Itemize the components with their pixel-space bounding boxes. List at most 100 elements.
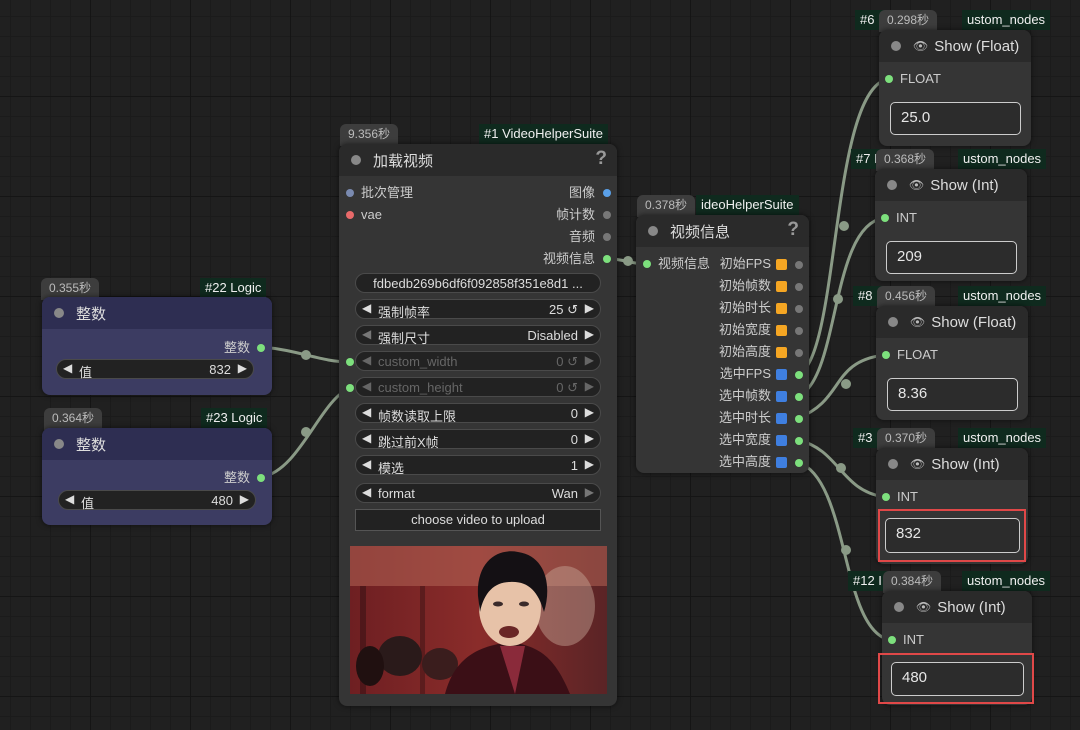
input-slot[interactable]: [881, 214, 889, 222]
video-select[interactable]: fdbedb269b6df6f092858f351e8d1 ...: [355, 273, 601, 293]
increment-arrow-icon[interactable]: ▶: [585, 379, 594, 393]
eye-icon: 👁: [910, 315, 926, 329]
force-rate-widget[interactable]: ◀ 强制帧率 25 ↺ ▶: [355, 299, 601, 320]
node-title-bar[interactable]: 👁 Show (Float): [876, 306, 1028, 338]
output-slot[interactable]: [795, 437, 803, 445]
decrement-arrow-icon[interactable]: ◀: [362, 379, 371, 393]
collapse-dot[interactable]: [54, 308, 64, 318]
decrement-arrow-icon[interactable]: ◀: [63, 361, 72, 375]
output-label: 图像: [568, 185, 595, 200]
input-slot-vae[interactable]: [346, 211, 354, 219]
node-title-bar[interactable]: 加载视频 ?: [339, 144, 617, 176]
input-slot[interactable]: [882, 351, 890, 359]
input-slot-custom-height[interactable]: [346, 384, 354, 392]
skip-first-frames-widget[interactable]: ◀ 跳过前X帧 0 ▶: [355, 429, 601, 450]
increment-arrow-icon[interactable]: ▶: [585, 457, 594, 471]
output-slot[interactable]: [257, 474, 265, 482]
decrement-arrow-icon[interactable]: ◀: [362, 431, 371, 445]
decrement-arrow-icon[interactable]: ◀: [362, 353, 371, 367]
input-slot[interactable]: [885, 75, 893, 83]
node-title-bar[interactable]: 👁 Show (Int): [882, 591, 1032, 623]
output-slot[interactable]: [795, 261, 803, 269]
input-slot-meta-batch[interactable]: [346, 189, 354, 197]
decrement-arrow-icon[interactable]: ◀: [362, 301, 371, 315]
select-every-nth-widget[interactable]: ◀ 模选 1 ▶: [355, 455, 601, 476]
decrement-arrow-icon[interactable]: ◀: [362, 405, 371, 419]
upload-video-button[interactable]: choose video to upload: [355, 509, 601, 531]
node-title-bar[interactable]: 整数: [42, 428, 272, 460]
collapse-dot[interactable]: [891, 41, 901, 51]
force-size-widget[interactable]: ◀ 强制尺寸 Disabled ▶: [355, 325, 601, 346]
node-title-bar[interactable]: 视频信息 ?: [636, 215, 809, 247]
node-source: ustom_nodes: [963, 288, 1042, 303]
logic-int-node-23[interactable]: 整数 整数 ◀ 值 480 ▶: [42, 428, 272, 525]
collapse-dot[interactable]: [54, 439, 64, 449]
output-slot[interactable]: [795, 415, 803, 423]
collapse-dot[interactable]: [888, 317, 898, 327]
display-textbox[interactable]: 8.36: [887, 378, 1018, 411]
decrement-arrow-icon[interactable]: ◀: [362, 457, 371, 471]
collapse-dot[interactable]: [648, 226, 658, 236]
increment-arrow-icon[interactable]: ▶: [585, 327, 594, 341]
input-slot[interactable]: [888, 636, 896, 644]
collapse-dot[interactable]: [888, 459, 898, 469]
show-float-node-6[interactable]: 👁 Show (Float) FLOAT 25.0: [879, 30, 1031, 146]
decrement-arrow-icon[interactable]: ◀: [362, 485, 371, 499]
output-slot-video-info[interactable]: [603, 255, 611, 263]
widget-label: 跳过前X帧: [378, 435, 439, 450]
eye-icon: 👁: [913, 39, 929, 53]
value-widget[interactable]: ◀ 值 832 ▶: [56, 359, 254, 380]
node-title-bar[interactable]: 👁 Show (Int): [876, 448, 1028, 480]
decrement-arrow-icon[interactable]: ◀: [65, 492, 74, 506]
decrement-arrow-icon[interactable]: ◀: [362, 327, 371, 341]
help-icon[interactable]: ?: [787, 219, 799, 241]
output-slot[interactable]: [795, 371, 803, 379]
node-title-bar[interactable]: 整数: [42, 297, 272, 329]
show-float-node-8[interactable]: 👁 Show (Float) FLOAT 8.36: [876, 306, 1028, 420]
custom-height-widget[interactable]: ◀ custom_height 0 ↺ ▶: [355, 377, 601, 397]
logic-int-node-22[interactable]: 整数 整数 ◀ 值 832 ▶: [42, 297, 272, 395]
output-slot[interactable]: [795, 393, 803, 401]
node-title-bar[interactable]: 👁 Show (Int): [875, 169, 1027, 201]
value-widget[interactable]: ◀ 值 480 ▶: [58, 490, 256, 511]
increment-arrow-icon[interactable]: ▶: [585, 301, 594, 315]
input-slot-video-info[interactable]: [643, 260, 651, 268]
video-info-node[interactable]: 视频信息 ? 视频信息 初始FPS 初始帧数 初始时长 初始宽度 初始高度 选中…: [636, 215, 809, 473]
output-slot[interactable]: [795, 459, 803, 467]
node-source: ustom_nodes: [967, 573, 1046, 588]
output-slot[interactable]: [795, 283, 803, 291]
output-slot[interactable]: [795, 349, 803, 357]
widget-label: 帧数读取上限: [378, 409, 457, 424]
input-slot[interactable]: [882, 493, 890, 501]
increment-arrow-icon[interactable]: ▶: [585, 485, 594, 499]
collapse-dot[interactable]: [887, 180, 897, 190]
increment-arrow-icon[interactable]: ▶: [585, 353, 594, 367]
widget-value: Disabled: [527, 328, 578, 343]
format-widget[interactable]: ◀ format Wan ▶: [355, 483, 601, 503]
frame-load-cap-widget[interactable]: ◀ 帧数读取上限 0 ▶: [355, 403, 601, 424]
collapse-dot[interactable]: [894, 602, 904, 612]
output-slot[interactable]: [795, 327, 803, 335]
increment-arrow-icon[interactable]: ▶: [585, 405, 594, 419]
node-title-bar[interactable]: 👁 Show (Float): [879, 30, 1031, 62]
help-icon[interactable]: ?: [595, 148, 607, 170]
output-slot[interactable]: [257, 344, 265, 352]
show-int-node-7[interactable]: 👁 Show (Int) INT 209: [875, 169, 1027, 281]
load-video-node[interactable]: 加载视频 ? 批次管理 vae 图像 帧计数 音频 视频信息 fdbedb269…: [339, 144, 617, 706]
increment-arrow-icon[interactable]: ▶: [240, 492, 249, 506]
link-width: [259, 345, 352, 364]
display-textbox[interactable]: 209: [886, 241, 1017, 274]
input-slot-custom-width[interactable]: [346, 358, 354, 366]
display-textbox[interactable]: 25.0: [890, 102, 1021, 135]
collapse-dot[interactable]: [351, 155, 361, 165]
video-preview[interactable]: [350, 546, 607, 694]
output-slot-audio[interactable]: [603, 233, 611, 241]
output-slot-frame-count[interactable]: [603, 211, 611, 219]
increment-arrow-icon[interactable]: ▶: [238, 361, 247, 375]
custom-width-widget[interactable]: ◀ custom_width 0 ↺ ▶: [355, 351, 601, 371]
reroute-dot: [836, 463, 846, 473]
video-filename: fdbedb269b6df6f092858f351e8d1 ...: [373, 276, 583, 291]
output-slot[interactable]: [795, 305, 803, 313]
increment-arrow-icon[interactable]: ▶: [585, 431, 594, 445]
output-slot-image[interactable]: [603, 189, 611, 197]
